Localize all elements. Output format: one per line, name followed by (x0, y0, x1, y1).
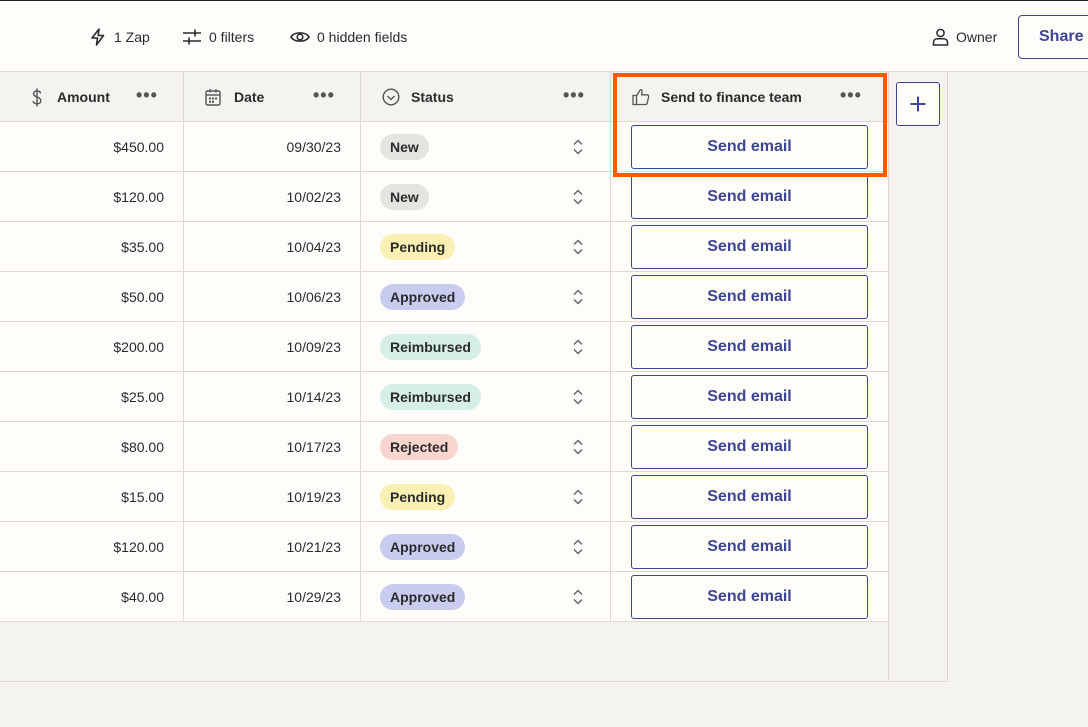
status-badge[interactable]: Reimbursed (380, 334, 481, 360)
table-grid: Amount ••• Date ••• Status ••• Send to f… (0, 72, 948, 682)
table-row: $200.00 10/09/23 Reimbursed Send email (0, 322, 888, 372)
date-column-menu-button[interactable]: ••• (313, 86, 335, 104)
column-header-status[interactable]: Status ••• (361, 72, 611, 122)
chevron-up-down-icon[interactable] (571, 338, 585, 356)
send-column-menu-button[interactable]: ••• (840, 86, 862, 104)
chevron-up-down-icon[interactable] (571, 238, 585, 256)
lightning-icon (91, 28, 105, 46)
amount-cell[interactable]: $80.00 (0, 439, 164, 455)
amount-cell[interactable]: $450.00 (0, 139, 164, 155)
status-badge[interactable]: Approved (380, 284, 466, 310)
owner-button[interactable]: Owner (932, 27, 997, 47)
amount-cell[interactable]: $15.00 (0, 489, 164, 505)
table-row: $40.00 10/29/23 Approved Send email (0, 572, 888, 622)
status-badge[interactable]: Approved (380, 584, 466, 610)
filters-button[interactable]: 0 filters (182, 27, 254, 47)
amount-cell[interactable]: $35.00 (0, 239, 164, 255)
send-email-button[interactable]: Send email (631, 175, 868, 219)
status-badge[interactable]: New (380, 134, 429, 160)
column-header-amount[interactable]: Amount ••• (0, 72, 184, 122)
table-row: $35.00 10/04/23 Pending Send email (0, 222, 888, 272)
status-badge[interactable]: Reimbursed (380, 384, 481, 410)
owner-label: Owner (956, 29, 998, 45)
status-column-menu-button[interactable]: ••• (563, 86, 585, 104)
date-cell[interactable]: 10/02/23 (184, 189, 342, 205)
amount-cell[interactable]: $50.00 (0, 289, 164, 305)
amount-cell[interactable]: $120.00 (0, 189, 164, 205)
send-email-button[interactable]: Send email (631, 475, 868, 519)
zap-button[interactable]: 1 Zap (89, 27, 150, 47)
amount-cell[interactable]: $40.00 (0, 589, 164, 605)
chevron-up-down-icon[interactable] (571, 438, 585, 456)
date-cell[interactable]: 10/14/23 (184, 389, 342, 405)
date-cell[interactable]: 10/29/23 (184, 589, 342, 605)
add-column-divider (888, 72, 889, 682)
chevron-up-down-icon[interactable] (571, 288, 585, 306)
amount-cell[interactable]: $25.00 (0, 389, 164, 405)
toolbar: 1 Zap 0 filters 0 hidden fields Owner Sh… (0, 0, 1088, 72)
amount-cell[interactable]: $200.00 (0, 339, 164, 355)
table-row: $120.00 10/21/23 Approved Send email (0, 522, 888, 572)
chevron-up-down-icon[interactable] (571, 538, 585, 556)
table-row: $50.00 10/06/23 Approved Send email (0, 272, 888, 322)
header-row: Amount ••• Date ••• Status ••• Send to f… (0, 72, 888, 122)
send-email-button[interactable]: Send email (631, 125, 868, 169)
date-cell[interactable]: 10/06/23 (184, 289, 342, 305)
send-email-button[interactable]: Send email (631, 425, 868, 469)
hidden-fields-button[interactable]: 0 hidden fields (290, 27, 407, 47)
send-email-button[interactable]: Send email (631, 325, 868, 369)
send-email-button[interactable]: Send email (631, 225, 868, 269)
dollar-icon (32, 88, 42, 107)
zap-label: 1 Zap (114, 29, 150, 45)
column-label-send-to-finance: Send to finance team (661, 89, 802, 105)
filters-label: 0 filters (209, 29, 255, 45)
date-cell[interactable]: 10/21/23 (184, 539, 342, 555)
add-column-button[interactable] (896, 82, 940, 126)
thumbs-up-icon (632, 89, 650, 106)
column-label-amount: Amount (57, 89, 110, 105)
amount-cell[interactable]: $120.00 (0, 539, 164, 555)
send-email-button[interactable]: Send email (631, 575, 868, 619)
send-email-button[interactable]: Send email (631, 525, 868, 569)
status-badge[interactable]: New (380, 184, 429, 210)
table-row: $25.00 10/14/23 Reimbursed Send email (0, 372, 888, 422)
chevron-up-down-icon[interactable] (571, 488, 585, 506)
table-row: $80.00 10/17/23 Rejected Send email (0, 422, 888, 472)
status-badge[interactable]: Pending (380, 484, 456, 510)
date-cell[interactable]: 10/04/23 (184, 239, 342, 255)
table-row: $120.00 10/02/23 New Send email (0, 172, 888, 222)
table-row: $450.00 09/30/23 New Send email (0, 122, 888, 172)
user-icon (932, 28, 949, 46)
chevron-up-down-icon[interactable] (571, 188, 585, 206)
send-email-button[interactable]: Send email (631, 275, 868, 319)
date-cell[interactable]: 10/09/23 (184, 339, 342, 355)
status-badge[interactable]: Approved (380, 534, 466, 560)
table-row: $15.00 10/19/23 Pending Send email (0, 472, 888, 522)
chevron-up-down-icon[interactable] (571, 138, 585, 156)
date-cell[interactable]: 10/19/23 (184, 489, 342, 505)
chevron-up-down-icon[interactable] (571, 588, 585, 606)
status-badge[interactable]: Rejected (380, 434, 459, 460)
column-header-date[interactable]: Date ••• (184, 72, 361, 122)
filter-sliders-icon (183, 29, 201, 45)
hidden-fields-label: 0 hidden fields (317, 29, 408, 45)
chevron-up-down-icon[interactable] (571, 388, 585, 406)
date-cell[interactable]: 10/17/23 (184, 439, 342, 455)
calendar-icon (205, 89, 221, 106)
plus-icon (910, 96, 926, 112)
amount-column-menu-button[interactable]: ••• (136, 86, 158, 104)
eye-icon (290, 32, 310, 42)
status-badge[interactable]: Pending (380, 234, 456, 260)
send-email-button[interactable]: Send email (631, 375, 868, 419)
column-header-send-to-finance[interactable]: Send to finance team ••• (611, 72, 888, 122)
column-label-status: Status (411, 89, 454, 105)
table-body: Amount ••• Date ••• Status ••• Send to f… (0, 72, 888, 622)
column-label-date: Date (234, 89, 265, 105)
date-cell[interactable]: 09/30/23 (184, 139, 342, 155)
share-button[interactable]: Share (1018, 15, 1088, 59)
status-circle-check-icon (382, 88, 400, 106)
